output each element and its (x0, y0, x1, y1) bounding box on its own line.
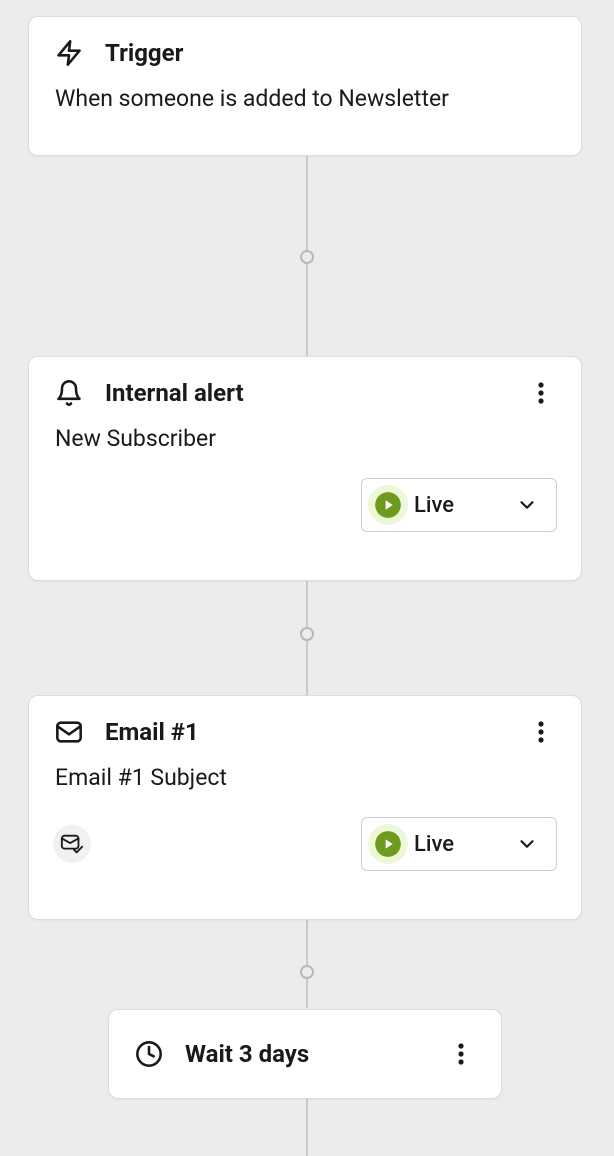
trigger-description: When someone is added to Newsletter (29, 67, 581, 138)
mail-check-icon (53, 825, 91, 863)
wait-label: Wait 3 days (185, 1040, 425, 1068)
email-1-status-dropdown[interactable]: Live (361, 817, 557, 871)
trigger-title: Trigger (105, 39, 555, 67)
email-1-title: Email #1 (105, 718, 527, 746)
internal-alert-card[interactable]: Internal alert New Subscriber Liv (28, 356, 582, 581)
connector-node (300, 250, 314, 264)
email-1-description: Email #1 Subject (29, 746, 581, 817)
alert-status-dropdown[interactable]: Live (361, 478, 557, 532)
email-1-card-menu-button[interactable] (527, 718, 555, 746)
mail-icon (55, 720, 87, 744)
alert-card-menu-button[interactable] (527, 379, 555, 407)
automation-flow-canvas: Trigger When someone is added to Newslet… (0, 0, 614, 1156)
play-icon (374, 830, 402, 858)
connector-node (300, 627, 314, 641)
internal-alert-title: Internal alert (105, 379, 527, 407)
chevron-down-icon (516, 494, 538, 516)
wait-card[interactable]: Wait 3 days (108, 1009, 502, 1099)
email-1-card[interactable]: Email #1 Email #1 Subject (28, 695, 582, 920)
trigger-card[interactable]: Trigger When someone is added to Newslet… (28, 16, 582, 156)
alert-status-label: Live (414, 493, 504, 518)
connector-node (300, 965, 314, 979)
email-1-status-label: Live (414, 832, 504, 857)
bolt-icon (55, 39, 87, 67)
wait-card-menu-button[interactable] (447, 1040, 475, 1068)
bell-icon (55, 379, 87, 407)
clock-icon (135, 1040, 163, 1068)
play-icon (374, 491, 402, 519)
internal-alert-description: New Subscriber (29, 407, 581, 478)
chevron-down-icon (516, 833, 538, 855)
connector-line (306, 1098, 308, 1156)
connector-line (306, 919, 308, 1008)
